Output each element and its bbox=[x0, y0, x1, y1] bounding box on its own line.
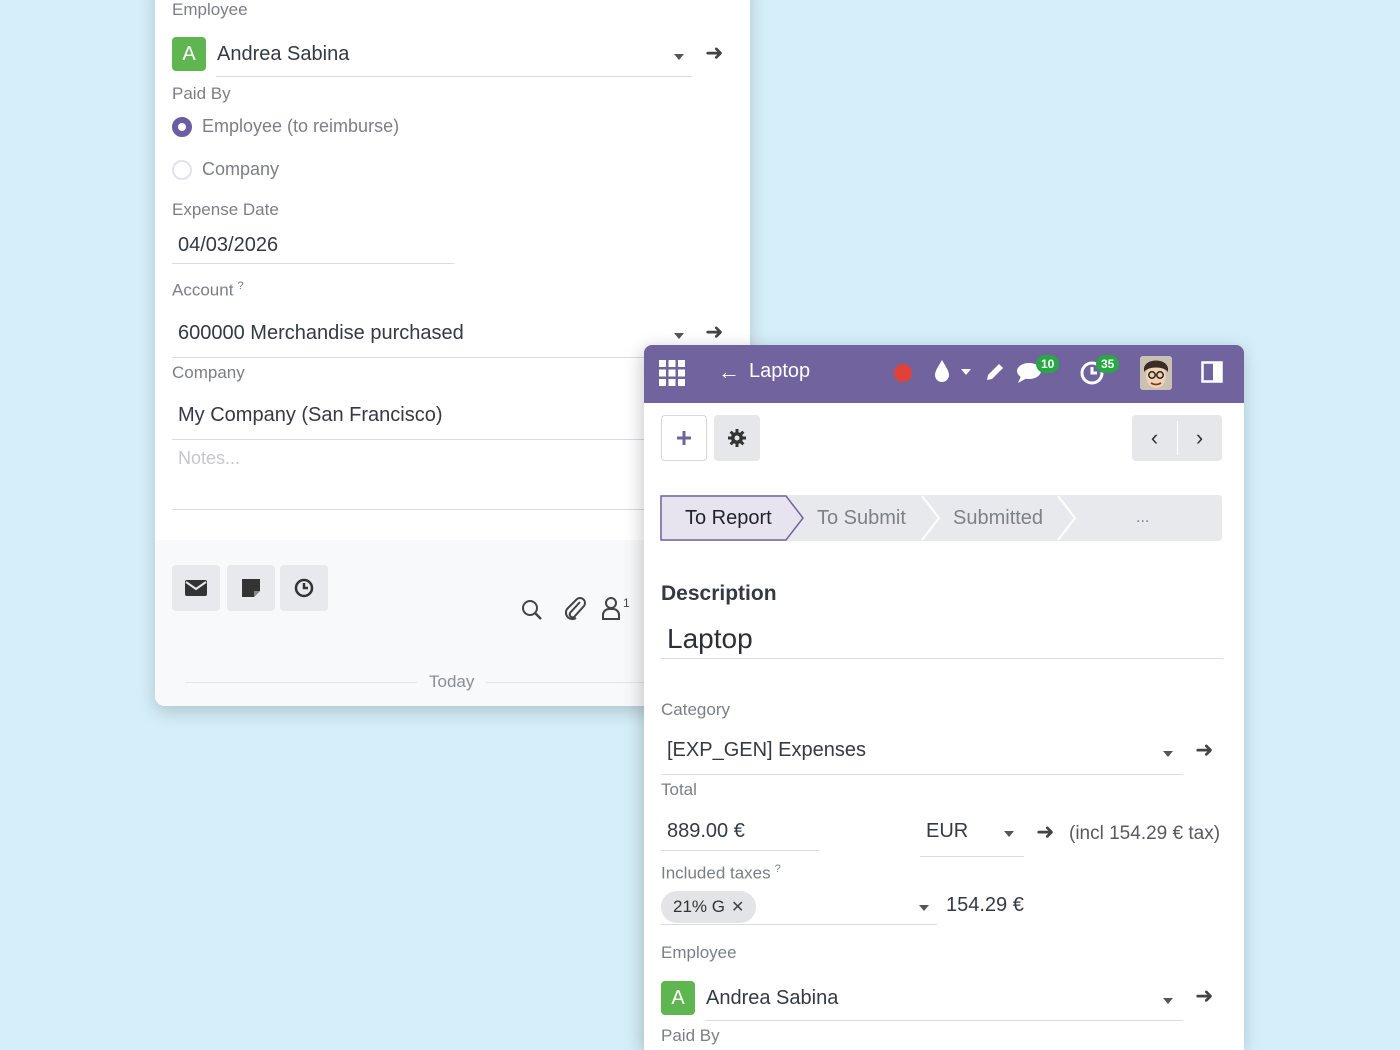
chevron-down-icon[interactable] bbox=[961, 369, 971, 375]
status-submitted[interactable]: Submitted bbox=[953, 495, 1043, 541]
chevron-down-icon[interactable] bbox=[674, 54, 684, 60]
app-grid-icon[interactable] bbox=[659, 360, 685, 386]
arrow-right-icon[interactable]: ➜ bbox=[1195, 739, 1213, 761]
user-avatar[interactable] bbox=[1140, 356, 1172, 390]
arrow-right-icon[interactable]: ➜ bbox=[1036, 821, 1054, 843]
gear-icon bbox=[728, 429, 746, 447]
status-to-submit[interactable]: To Submit bbox=[817, 495, 906, 541]
drop-icon[interactable] bbox=[933, 359, 951, 383]
new-button[interactable] bbox=[661, 415, 707, 461]
employee-label: Employee bbox=[172, 0, 248, 19]
plus-icon bbox=[677, 431, 691, 445]
user-avatar-icon bbox=[1140, 356, 1172, 390]
status-more[interactable]: ... bbox=[1136, 495, 1149, 541]
breadcrumb[interactable]: ← Laptop bbox=[718, 360, 810, 383]
top-navbar: ← Laptop 10 35 bbox=[644, 345, 1244, 403]
envelope-icon bbox=[185, 580, 207, 596]
actions-button[interactable] bbox=[714, 415, 760, 461]
radio-employee[interactable]: Employee (to reimburse) bbox=[172, 116, 399, 137]
arrow-right-icon[interactable]: ➜ bbox=[1195, 985, 1213, 1007]
pager: ‹ › bbox=[1132, 415, 1222, 461]
employee-value: Andrea Sabina bbox=[217, 43, 350, 65]
employee-value: Andrea Sabina bbox=[706, 987, 839, 1009]
today-label: Today bbox=[417, 672, 487, 692]
description-field[interactable]: Laptop bbox=[661, 619, 1223, 659]
radio-on-icon[interactable] bbox=[172, 116, 192, 137]
help-icon: ? bbox=[774, 863, 781, 875]
paperclip-icon[interactable] bbox=[563, 596, 587, 622]
arrow-right-icon[interactable]: ➜ bbox=[705, 42, 723, 64]
tax-tag: 21% G ✕ bbox=[661, 891, 757, 923]
paid-by-label: Paid By bbox=[172, 84, 231, 103]
chevron-down-icon[interactable] bbox=[1163, 751, 1173, 757]
category-field[interactable]: [EXP_GEN] Expenses bbox=[661, 733, 1183, 775]
tax-amount: 154.29 € bbox=[946, 894, 1024, 916]
send-message-button[interactable] bbox=[172, 565, 220, 611]
arrow-left-icon: ← bbox=[718, 358, 740, 384]
chevron-right-icon[interactable]: › bbox=[1177, 415, 1222, 461]
follower-count: 1 bbox=[623, 596, 630, 610]
radio-off-icon[interactable] bbox=[172, 159, 192, 180]
front-expense-window: ← Laptop 10 35 ‹ › To Report To Submit S… bbox=[644, 345, 1244, 1050]
close-icon[interactable]: ✕ bbox=[731, 897, 744, 917]
activities-button[interactable] bbox=[280, 565, 328, 611]
pencil-icon[interactable] bbox=[984, 361, 1006, 383]
sidebar-toggle-icon[interactable] bbox=[1201, 361, 1223, 383]
chevron-down-icon[interactable] bbox=[674, 333, 684, 339]
category-label: Category bbox=[661, 700, 730, 719]
total-field[interactable]: 889.00 € bbox=[661, 817, 819, 851]
log-note-button[interactable] bbox=[227, 565, 275, 611]
activities-count: 35 bbox=[1096, 355, 1120, 373]
employee-avatar: A bbox=[661, 981, 695, 1015]
clock-icon bbox=[294, 578, 314, 598]
status-to-report[interactable]: To Report bbox=[685, 495, 772, 541]
employee-avatar: A bbox=[172, 37, 206, 71]
included-taxes-label: Included taxes? bbox=[661, 863, 781, 883]
help-icon: ? bbox=[237, 280, 244, 292]
followers-button[interactable]: 1 bbox=[601, 596, 630, 620]
sticky-note-icon bbox=[242, 579, 260, 597]
tax-note: (incl 154.29 € tax) bbox=[1069, 823, 1221, 844]
chevron-down-icon[interactable] bbox=[1163, 998, 1173, 1004]
chevron-left-icon[interactable]: ‹ bbox=[1132, 415, 1177, 461]
total-label: Total bbox=[661, 780, 697, 799]
taxes-field[interactable]: 21% G ✕ bbox=[661, 889, 937, 925]
messages-count: 10 bbox=[1036, 355, 1060, 373]
account-label: Account? bbox=[172, 280, 244, 300]
currency-field[interactable]: EUR bbox=[920, 817, 1024, 857]
radio-company[interactable]: Company bbox=[172, 159, 279, 180]
description-label: Description bbox=[661, 582, 777, 605]
breadcrumb-title: Laptop bbox=[749, 360, 811, 382]
company-label: Company bbox=[172, 363, 245, 382]
expense-date-field[interactable]: 04/03/2026 bbox=[172, 232, 454, 264]
status-bar: To Report To Submit Submitted ... bbox=[660, 495, 1222, 541]
employee-label: Employee bbox=[661, 943, 737, 962]
record-icon[interactable] bbox=[894, 364, 912, 382]
search-icon[interactable] bbox=[521, 599, 543, 621]
chevron-down-icon[interactable] bbox=[1004, 831, 1014, 837]
chevron-down-icon[interactable] bbox=[919, 905, 929, 911]
paid-by-label: Paid By bbox=[661, 1026, 720, 1045]
arrow-right-icon[interactable]: ➜ bbox=[705, 321, 723, 343]
expense-date-label: Expense Date bbox=[172, 200, 279, 219]
employee-field[interactable]: A Andrea Sabina bbox=[172, 37, 692, 79]
employee-field[interactable]: A Andrea Sabina bbox=[661, 981, 1183, 1023]
user-icon bbox=[602, 597, 620, 620]
